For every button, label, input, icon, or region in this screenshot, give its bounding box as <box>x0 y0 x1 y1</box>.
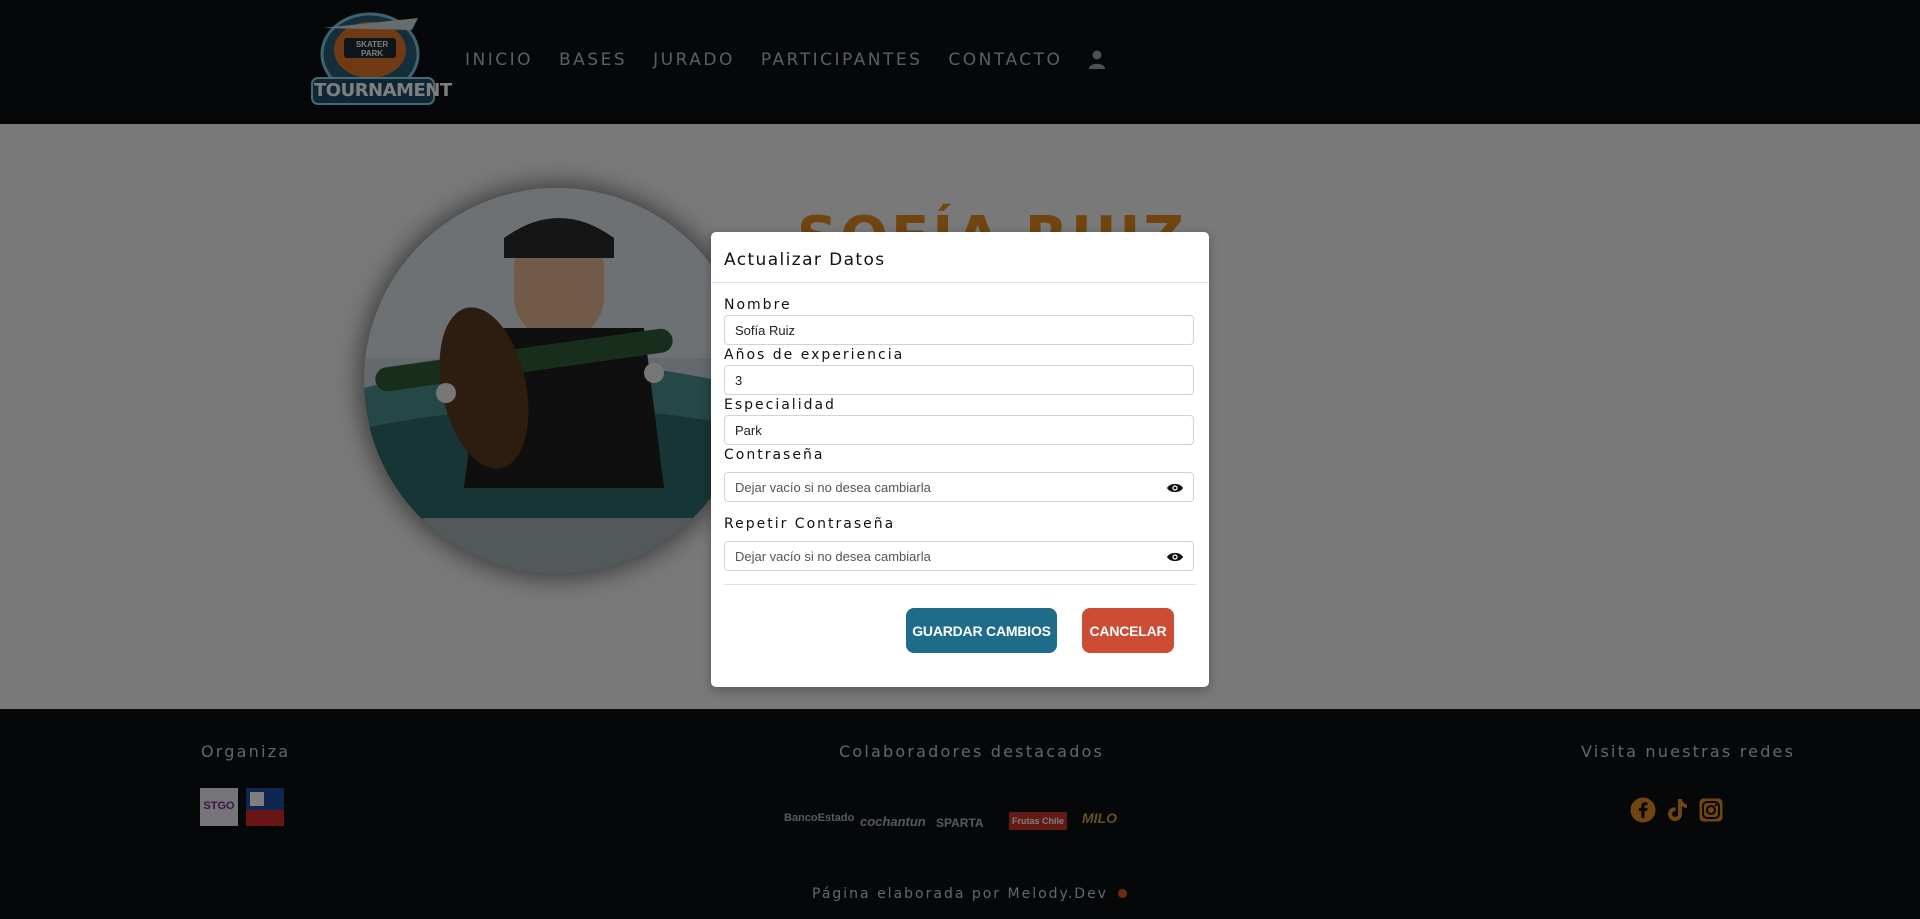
update-data-modal: Actualizar Datos Nombre Años de experien… <box>711 232 1209 687</box>
password-label: Contraseña <box>724 447 825 463</box>
nombre-label: Nombre <box>724 297 792 313</box>
cancel-button[interactable]: CANCELAR <box>1082 608 1174 653</box>
experiencia-label: Años de experiencia <box>724 347 905 363</box>
password-input[interactable] <box>724 472 1194 502</box>
password-repeat-input[interactable] <box>724 541 1194 571</box>
especialidad-label: Especialidad <box>724 397 836 413</box>
nombre-input[interactable] <box>724 315 1194 345</box>
password-repeat-label: Repetir Contraseña <box>724 516 896 532</box>
form-divider <box>724 584 1196 585</box>
eye-icon[interactable] <box>1166 481 1184 493</box>
experiencia-input[interactable] <box>724 365 1194 395</box>
especialidad-input[interactable] <box>724 415 1194 445</box>
eye-icon[interactable] <box>1166 550 1184 562</box>
modal-title: Actualizar Datos <box>724 250 886 270</box>
modal-header-divider <box>711 282 1209 283</box>
save-button[interactable]: GUARDAR CAMBIOS <box>906 608 1057 653</box>
